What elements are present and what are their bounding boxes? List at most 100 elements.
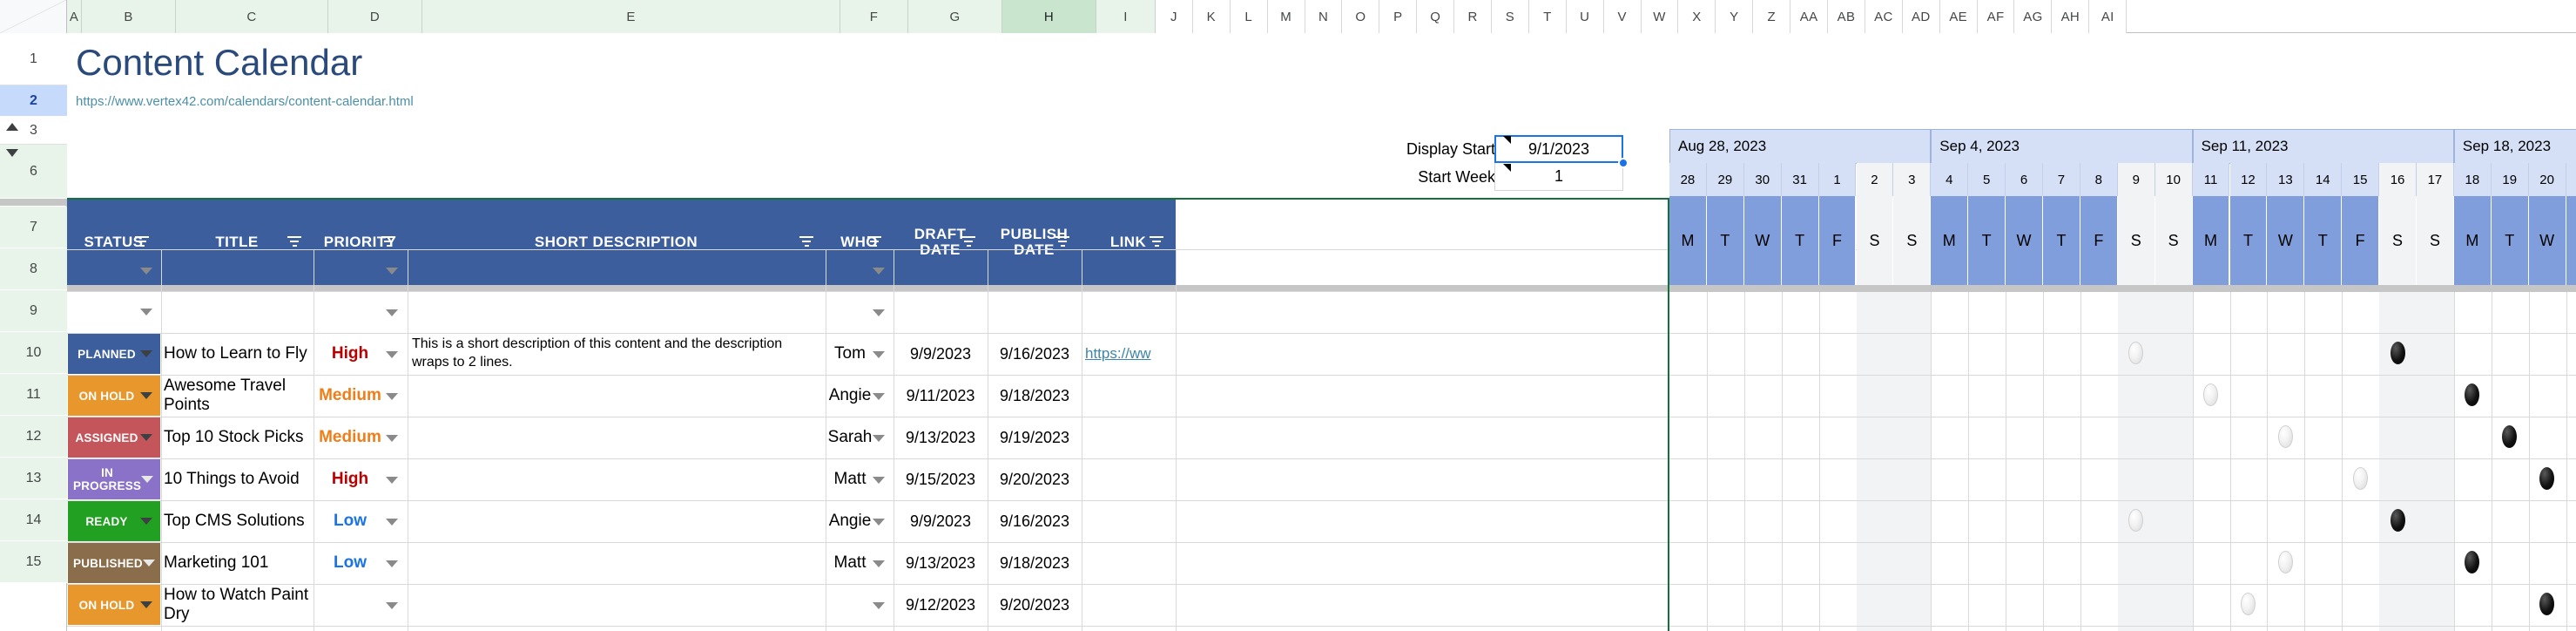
priority-dropdown-icon[interactable]	[386, 477, 398, 484]
link-cell[interactable]	[1085, 376, 1174, 416]
publish-date-cell[interactable]: 9/16/2023	[988, 334, 1082, 374]
priority-cell[interactable]: Medium	[314, 376, 387, 416]
column-header-q[interactable]: Q	[1417, 0, 1455, 33]
status-badge[interactable]	[68, 627, 160, 631]
who-cell[interactable]	[826, 627, 874, 631]
description-cell[interactable]	[412, 292, 821, 332]
description-cell[interactable]	[412, 585, 821, 625]
column-header-i[interactable]: I	[1096, 0, 1156, 33]
column-header-a[interactable]: A	[67, 0, 82, 33]
fill-handle[interactable]	[1618, 158, 1629, 168]
column-header-u[interactable]: U	[1566, 0, 1604, 33]
filter-icon-short-description[interactable]	[799, 236, 813, 248]
column-header-ai[interactable]: AI	[2089, 0, 2128, 33]
row-header-10[interactable]: 10	[0, 332, 67, 374]
title-cell[interactable]: How to Learn to Fly	[164, 334, 311, 374]
publish-date-cell[interactable]: 9/18/2023	[988, 543, 1082, 583]
filter-icon-link[interactable]	[1150, 236, 1163, 248]
who-dropdown-icon[interactable]	[873, 309, 885, 316]
column-header-l[interactable]: L	[1230, 0, 1268, 33]
title-cell[interactable]: Top CMS Solutions	[164, 501, 311, 541]
publish-date-cell[interactable]: 9/16/2023	[988, 501, 1082, 541]
publish-date-cell[interactable]	[988, 292, 1082, 332]
title-cell[interactable]: Awesome Travel Points	[164, 376, 311, 416]
column-header-ac[interactable]: AC	[1865, 0, 1903, 33]
who-dropdown-icon[interactable]	[873, 477, 885, 484]
row-header-12[interactable]: 12	[0, 416, 67, 458]
column-header-s[interactable]: S	[1492, 0, 1529, 33]
row-header-8[interactable]: 8	[0, 248, 67, 290]
title-cell[interactable]: Top 10 Stock Picks	[164, 417, 311, 458]
column-header-aa[interactable]: AA	[1790, 0, 1829, 33]
row-header-3[interactable]: 3	[0, 117, 67, 145]
column-header-j[interactable]: J	[1156, 0, 1193, 33]
status-badge[interactable]: ON HOLD	[68, 376, 160, 416]
title-cell[interactable]	[164, 627, 311, 631]
draft-date-cell[interactable]: 9/12/2023	[894, 585, 988, 625]
status-badge[interactable]: PLANNED	[68, 334, 160, 374]
publish-date-cell[interactable]: 9/18/2023	[988, 376, 1082, 416]
publish-date-cell[interactable]	[988, 627, 1082, 631]
draft-date-cell[interactable]: 9/15/2023	[894, 459, 988, 499]
row-header-11[interactable]: 11	[0, 374, 67, 416]
column-header-v[interactable]: V	[1603, 0, 1642, 33]
description-cell[interactable]	[412, 627, 821, 631]
who-dropdown-icon[interactable]	[873, 560, 885, 567]
description-cell[interactable]	[412, 543, 821, 583]
column-header-k[interactable]: K	[1192, 0, 1231, 33]
title-cell[interactable]: Marketing 101	[164, 543, 311, 583]
who-dropdown-icon[interactable]	[873, 435, 885, 442]
column-header-c[interactable]: C	[176, 0, 328, 33]
select-all-corner[interactable]	[0, 0, 67, 33]
link-cell[interactable]	[1085, 292, 1174, 332]
draft-date-cell[interactable]: 9/9/2023	[894, 501, 988, 541]
priority-cell[interactable]: Low	[314, 501, 387, 541]
filter-icon-publish[interactable]	[1055, 236, 1069, 248]
column-header-d[interactable]: D	[328, 0, 422, 33]
column-header-ad[interactable]: AD	[1902, 0, 1940, 33]
filter-icon-priority[interactable]	[381, 236, 395, 248]
filter-icon-draft[interactable]	[961, 236, 975, 248]
status-badge[interactable]: ASSIGNED	[68, 417, 160, 458]
draft-date-cell[interactable]	[894, 627, 988, 631]
filter-icon-who[interactable]	[867, 236, 881, 248]
row-header-1[interactable]: 1	[0, 33, 67, 85]
display-start-input[interactable]: 9/1/2023	[1494, 135, 1623, 163]
who-dropdown-icon[interactable]	[873, 268, 885, 275]
priority-dropdown-icon[interactable]	[386, 393, 398, 400]
column-header-z[interactable]: Z	[1753, 0, 1791, 33]
priority-dropdown-icon[interactable]	[386, 351, 398, 358]
status-badge[interactable]: READY	[68, 501, 160, 541]
priority-cell[interactable]: High	[314, 459, 387, 499]
who-dropdown-icon[interactable]	[873, 519, 885, 526]
who-cell[interactable]: Sarah	[826, 417, 874, 458]
who-cell[interactable]	[826, 292, 874, 332]
priority-cell[interactable]	[314, 585, 387, 625]
column-header-f[interactable]: F	[840, 0, 908, 33]
publish-date-cell[interactable]: 9/20/2023	[988, 585, 1082, 625]
row-number-gutter[interactable]: 1 2 3 6 7 8 9 10 11 12 13 14 15	[0, 33, 67, 631]
column-header-y[interactable]: Y	[1716, 0, 1754, 33]
link-cell[interactable]	[1085, 627, 1174, 631]
status-dropdown-icon[interactable]	[140, 601, 152, 608]
column-header-ab[interactable]: AB	[1828, 0, 1865, 33]
row-header-2[interactable]: 2	[0, 85, 67, 117]
priority-dropdown-icon[interactable]	[386, 309, 398, 316]
who-dropdown-icon[interactable]	[873, 393, 885, 400]
status-dropdown-icon[interactable]	[141, 476, 154, 483]
column-header-e[interactable]: E	[422, 0, 840, 33]
who-cell[interactable]: Tom	[826, 334, 874, 374]
filter-icon-status[interactable]	[135, 236, 149, 248]
column-header-ae[interactable]: AE	[1939, 0, 1978, 33]
who-cell[interactable]: Matt	[826, 459, 874, 499]
draft-date-cell[interactable]: 9/13/2023	[894, 543, 988, 583]
draft-date-cell[interactable]: 9/9/2023	[894, 334, 988, 374]
row-header-13[interactable]: 13	[0, 458, 67, 499]
status-dropdown-icon[interactable]	[140, 392, 152, 399]
publish-date-cell[interactable]: 9/19/2023	[988, 417, 1082, 458]
column-header-x[interactable]: X	[1678, 0, 1716, 33]
row-header-14[interactable]: 14	[0, 499, 67, 541]
priority-cell[interactable]	[314, 292, 387, 332]
who-dropdown-icon[interactable]	[873, 602, 885, 609]
who-cell[interactable]: Angie	[826, 376, 874, 416]
